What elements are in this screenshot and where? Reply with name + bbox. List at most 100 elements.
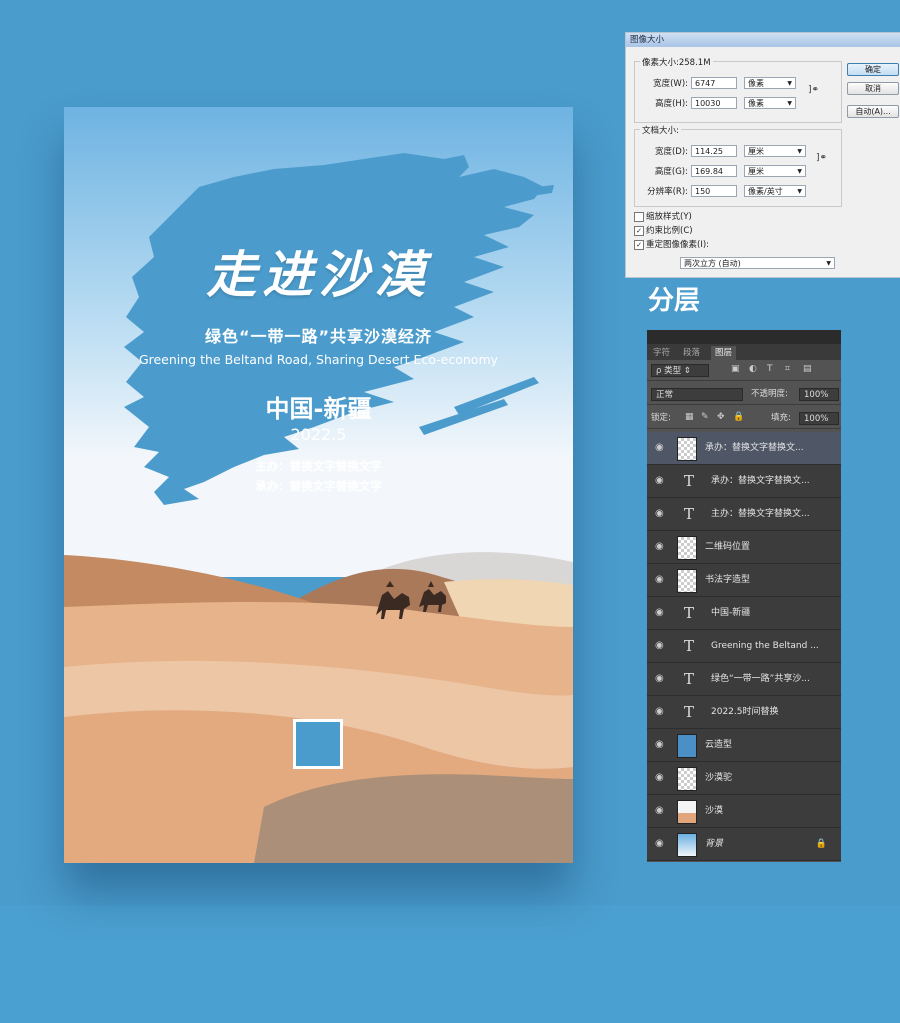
resolution-unit-select[interactable]: 像素/英寸 ▼ <box>744 185 806 197</box>
poster-region: 中国-新疆 <box>265 395 372 423</box>
resolution-row: 分辨率(R): 150 像素/英寸 ▼ <box>626 185 846 199</box>
layer-row[interactable]: ◉ T Greening the Beltand ... <box>647 630 841 663</box>
resample-checkbox[interactable]: ✓ 重定图像像素(I): <box>634 239 709 251</box>
layer-row[interactable]: ◉ T 绿色“一带一路”共享沙... <box>647 663 841 696</box>
doc-width-row: 宽度(D): 114.25 厘米 ▼ <box>626 145 846 159</box>
width-unit-select[interactable]: 像素 ▼ <box>744 77 796 89</box>
filter-bar: ρ 类型 ⇕ ▣ ◐ T ⌗ ▤ <box>647 361 841 381</box>
visibility-eye-icon[interactable]: ◉ <box>655 640 664 651</box>
constrain-proportions-checkbox[interactable]: ✓ 约束比例(C) <box>634 225 693 237</box>
layer-row[interactable]: ◉ T 中国-新疆 <box>647 597 841 630</box>
layers-panel: 字符 段落 图层 ρ 类型 ⇕ ▣ ◐ T ⌗ ▤ 正常 不透明度: 100% … <box>647 330 841 862</box>
doc-width-unit-value: 厘米 <box>748 147 764 156</box>
layer-row[interactable]: ◉ T 主办：替换文字替换文... <box>647 498 841 531</box>
lock-label: 锁定: <box>651 413 671 423</box>
layer-row[interactable]: ◉ T 承办：替换文字替换文... <box>647 465 841 498</box>
layer-row[interactable]: ◉ 承办：替换文字替换文... <box>647 432 841 465</box>
text-layer-icon: T <box>683 604 694 622</box>
doc-height-label: 高度(G): <box>654 167 688 177</box>
ok-button[interactable]: 确定 <box>847 63 899 76</box>
tab-layers[interactable]: 图层 <box>711 346 737 360</box>
visibility-eye-icon[interactable]: ◉ <box>655 739 664 750</box>
auto-button[interactable]: 自动(A)... <box>847 105 899 118</box>
fill-input[interactable]: 100% <box>799 412 839 425</box>
layer-row[interactable]: ◉ 背景 🔒 <box>647 828 841 861</box>
doc-height-unit-select[interactable]: 厘米 ▼ <box>744 165 806 177</box>
layers-heading: 分层 <box>648 286 701 316</box>
layer-thumbnail <box>677 767 697 791</box>
blend-mode-select[interactable]: 正常 <box>651 388 743 401</box>
layer-row[interactable]: ◉ 二维码位置 <box>647 531 841 564</box>
tab-character[interactable]: 字符 <box>649 346 674 360</box>
doc-width-input[interactable]: 114.25 <box>691 145 737 157</box>
poster-subtitle-en: Greening the Beltand Road, Sharing Deser… <box>138 352 499 367</box>
visibility-eye-icon[interactable]: ◉ <box>655 706 664 717</box>
filter-kind-select[interactable]: ρ 类型 ⇕ <box>651 364 709 377</box>
height-unit-select[interactable]: 像素 ▼ <box>744 97 796 109</box>
cancel-button[interactable]: 取消 <box>847 82 899 95</box>
layer-name: Greening the Beltand ... <box>711 641 819 651</box>
lock-pixels-brush-icon[interactable]: ✎ <box>701 412 709 422</box>
layer-name: 绿色“一带一路”共享沙... <box>711 674 810 684</box>
poster-undertaker: 承办：替换文字替换文字 <box>255 479 382 493</box>
doc-height-input[interactable]: 169.84 <box>691 165 737 177</box>
type-filter-icon[interactable]: T <box>767 364 773 374</box>
lock-all-icon[interactable]: 🔒 <box>733 412 744 422</box>
doc-height-unit-value: 厘米 <box>748 167 764 176</box>
layer-row[interactable]: ◉ T 2022.5时间替换 <box>647 696 841 729</box>
opacity-input[interactable]: 100% <box>799 388 839 401</box>
layer-thumbnail <box>677 800 697 824</box>
resolution-input[interactable]: 150 <box>691 185 737 197</box>
doc-size-label: 文档大小: <box>640 124 681 136</box>
width-unit-value: 像素 <box>748 79 764 88</box>
layer-row[interactable]: ◉ 云造型 <box>647 729 841 762</box>
visibility-eye-icon[interactable]: ◉ <box>655 607 664 618</box>
shape-filter-icon[interactable]: ⌗ <box>785 364 790 374</box>
link-icon: ]⚭ <box>808 85 820 95</box>
visibility-eye-icon[interactable]: ◉ <box>655 673 664 684</box>
visibility-eye-icon[interactable]: ◉ <box>655 442 664 453</box>
poster: 走进沙漠 绿色“一带一路”共享沙漠经济 Greening the Beltand… <box>64 107 573 863</box>
pixel-size-label: 像素大小:258.1M <box>640 56 713 68</box>
layer-thumbnail <box>677 569 697 593</box>
layer-thumbnail <box>677 536 697 560</box>
link-icon: ]⚭ <box>816 153 828 163</box>
scale-styles-checkbox[interactable]: 缩放样式(Y) <box>634 211 692 223</box>
layer-row[interactable]: ◉ 书法字造型 <box>647 564 841 597</box>
height-input[interactable]: 10030 <box>691 97 737 109</box>
text-layer-icon: T <box>683 472 694 490</box>
tab-paragraph[interactable]: 段落 <box>679 346 704 360</box>
visibility-eye-icon[interactable]: ◉ <box>655 541 664 552</box>
lock-bar: 锁定: ▦ ✎ ✥ 🔒 填充: 100% <box>647 409 841 429</box>
layer-row[interactable]: ◉ 沙漠 <box>647 795 841 828</box>
poster-date: 2022.5 <box>290 425 347 444</box>
width-input[interactable]: 6747 <box>691 77 737 89</box>
doc-height-row: 高度(G): 169.84 厘米 ▼ <box>626 165 846 179</box>
poster-organizer: 主办：替换文字替换文字 <box>255 459 382 473</box>
layer-name: 承办：替换文字替换文... <box>705 443 804 453</box>
visibility-eye-icon[interactable]: ◉ <box>655 805 664 816</box>
text-layer-icon: T <box>683 670 694 688</box>
resample-method-select[interactable]: 两次立方 (自动) ▼ <box>680 257 835 269</box>
resample-label: 重定图像像素(I): <box>646 240 710 250</box>
visibility-eye-icon[interactable]: ◉ <box>655 508 664 519</box>
dropdown-arrow-icon: ▼ <box>826 260 831 267</box>
visibility-eye-icon[interactable]: ◉ <box>655 574 664 585</box>
filter-kind-value: 类型 <box>664 366 682 376</box>
doc-width-unit-select[interactable]: 厘米 ▼ <box>744 145 806 157</box>
dropdown-arrow-icon: ▼ <box>787 80 792 87</box>
visibility-eye-icon[interactable]: ◉ <box>655 772 664 783</box>
smart-object-filter-icon[interactable]: ▤ <box>803 364 812 374</box>
visibility-eye-icon[interactable]: ◉ <box>655 475 664 486</box>
qr-code-placeholder <box>293 719 343 769</box>
pixel-filter-icon[interactable]: ▣ <box>731 364 740 374</box>
layer-name: 主办：替换文字替换文... <box>711 509 810 519</box>
layer-thumbnail <box>677 734 697 758</box>
layer-row[interactable]: ◉ 沙漠驼 <box>647 762 841 795</box>
blend-bar: 正常 不透明度: 100% <box>647 385 841 405</box>
adjustment-filter-icon[interactable]: ◐ <box>749 364 757 374</box>
lock-position-move-icon[interactable]: ✥ <box>717 412 725 422</box>
lock-transparent-icon[interactable]: ▦ <box>685 412 694 422</box>
layer-name: 中国-新疆 <box>711 608 751 618</box>
visibility-eye-icon[interactable]: ◉ <box>655 838 664 849</box>
